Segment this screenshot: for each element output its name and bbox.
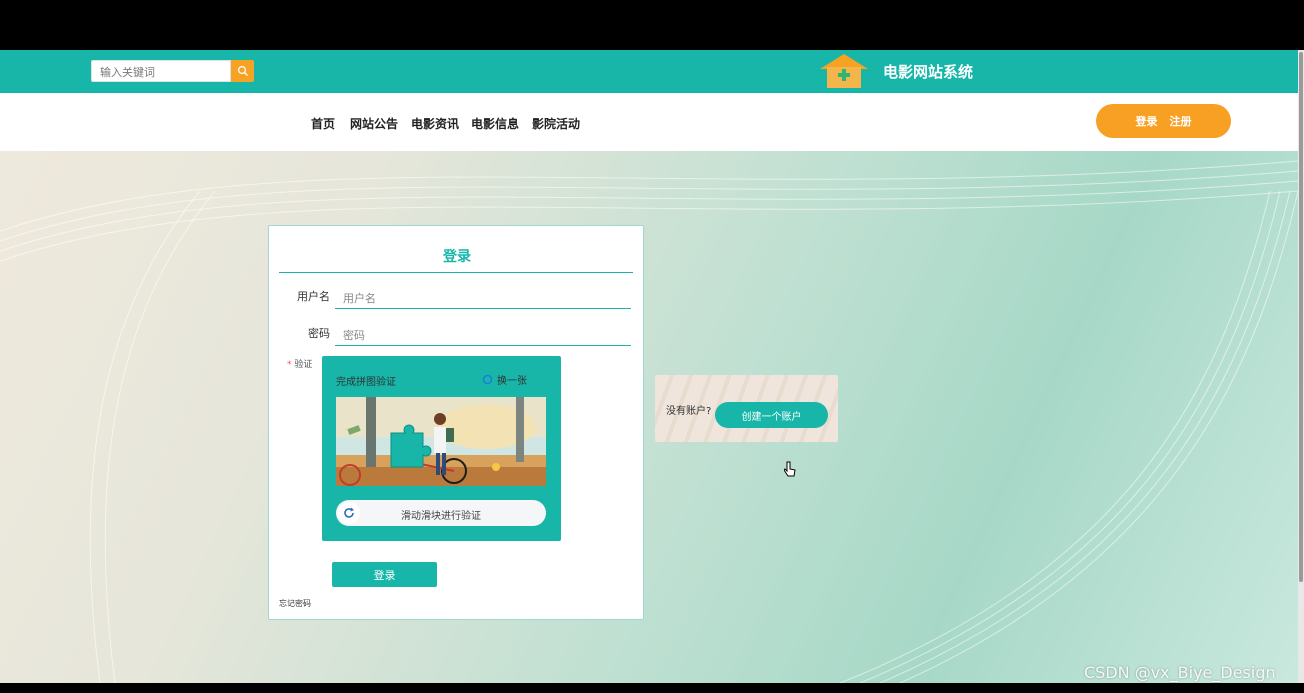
title-divider — [279, 272, 633, 273]
hand-cursor-icon — [784, 461, 796, 477]
scrollbar-thumb[interactable] — [1299, 52, 1303, 582]
nav-item-home[interactable]: 首页 — [311, 115, 335, 132]
nav-bar: 首页 网站公告 电影资讯 电影信息 影院活动 登录 注册 — [0, 93, 1298, 151]
slider-handle[interactable] — [338, 502, 360, 524]
puzzle-captcha: 完成拼图验证 换一张 滑动滑块进行验证 — [322, 356, 561, 541]
search-button[interactable] — [231, 60, 254, 82]
login-submit-button[interactable]: 登录 — [332, 562, 437, 587]
header-bar: 输入关键词 电影网站系统 — [0, 50, 1298, 93]
background-wave-lines — [0, 160, 1298, 683]
background-wave — [0, 151, 1298, 683]
site-title: 电影网站系统 — [883, 63, 974, 81]
captcha-refresh-button[interactable]: 换一张 — [482, 372, 527, 387]
nav-item-movie-info[interactable]: 电影信息 — [471, 115, 519, 132]
slider-text: 滑动滑块进行验证 — [401, 511, 481, 522]
username-input[interactable]: 用户名 — [335, 285, 631, 309]
watermark-text: CSDN @vx_Biye_Design — [1084, 663, 1276, 682]
search-input[interactable]: 输入关键词 — [91, 60, 231, 82]
house-logo-icon — [820, 54, 868, 88]
create-account-button[interactable]: 创建一个账户 — [715, 402, 828, 428]
login-register-button[interactable]: 登录 注册 — [1096, 104, 1231, 138]
captcha-refresh-label: 换一张 — [497, 376, 527, 387]
login-card: 登录 用户名 用户名 密码 密码 * 验证 完成拼图验证 换一张 滑动滑块进行验… — [268, 225, 644, 620]
refresh-icon — [482, 374, 493, 385]
username-label: 用户名 — [297, 290, 330, 303]
nav-login-link[interactable]: 登录 — [1136, 113, 1158, 129]
nav-item-announcements[interactable]: 网站公告 — [350, 115, 398, 132]
no-account-text: 没有账户? — [666, 406, 712, 417]
register-card: 没有账户? 创建一个账户 — [655, 375, 838, 442]
forgot-password-link[interactable]: 忘记密码 — [279, 598, 311, 609]
nav-item-cinema-events[interactable]: 影院活动 — [532, 115, 580, 132]
browser-page: 输入关键词 电影网站系统 首页 网站公告 电影资讯 电影信息 影院活动 登录 注… — [0, 50, 1298, 683]
password-label: 密码 — [308, 327, 330, 340]
captcha-title: 完成拼图验证 — [336, 377, 396, 388]
refresh-arrow-icon — [344, 507, 354, 518]
password-input[interactable]: 密码 — [335, 322, 631, 346]
captcha-image — [336, 397, 546, 486]
nav-register-link[interactable]: 注册 — [1170, 113, 1192, 129]
verify-label: * 验证 — [287, 357, 312, 370]
top-black-bar — [0, 0, 1304, 50]
captcha-slider[interactable]: 滑动滑块进行验证 — [336, 500, 546, 526]
verify-label-text: 验证 — [294, 360, 313, 370]
bottom-black-bar — [0, 683, 1304, 693]
login-title: 登录 — [443, 249, 471, 265]
required-mark: * — [287, 360, 292, 370]
search-icon — [237, 65, 248, 76]
nav-item-movie-news[interactable]: 电影资讯 — [411, 115, 459, 132]
